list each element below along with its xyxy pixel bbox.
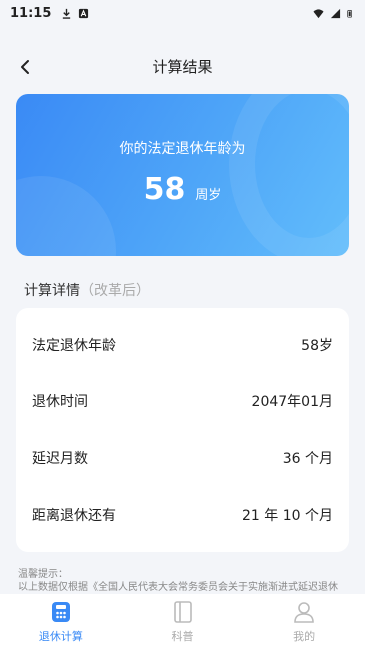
result-card: 你的法定退休年龄为 58 周岁 — [16, 94, 349, 256]
detail-value: 2047年01月 — [251, 394, 333, 410]
detail-row-delay-months: 延迟月数 36 个月 — [16, 429, 349, 487]
tab-science[interactable]: 科普 — [122, 594, 244, 650]
bottom-tab-bar: 退休计算 科普 我的 — [0, 594, 365, 650]
tab-profile[interactable]: 我的 — [243, 594, 365, 650]
detail-label: 退休时间 — [32, 394, 88, 410]
retirement-age-number: 58 — [143, 172, 186, 207]
download-icon — [63, 8, 71, 19]
detail-row-retirement-age: 法定退休年龄 58岁 — [16, 316, 349, 374]
tab-retirement-calc[interactable]: 退休计算 — [0, 594, 122, 650]
detail-value: 21 年 10 个月 — [242, 508, 333, 524]
user-icon — [294, 602, 314, 623]
back-button[interactable] — [12, 54, 38, 80]
page-title: 计算结果 — [152, 57, 213, 76]
details-subtitle: （改革后） — [80, 283, 150, 299]
details-card: 法定退休年龄 58岁 退休时间 2047年01月 延迟月数 36 个月 距离退休… — [16, 308, 349, 552]
detail-label: 法定退休年龄 — [32, 338, 116, 354]
retirement-age-unit: 周岁 — [195, 188, 222, 203]
status-time: 11:15 — [10, 5, 52, 21]
nav-bar: 计算结果 — [0, 44, 365, 88]
tab-label: 退休计算 — [38, 630, 83, 643]
result-value: 58 周岁 — [16, 172, 349, 207]
book-icon — [173, 601, 192, 623]
detail-value: 36 个月 — [282, 451, 333, 467]
notification-a-icon — [79, 8, 89, 18]
detail-row-retirement-date: 退休时间 2047年01月 — [16, 372, 349, 430]
detail-row-time-remaining: 距离退休还有 21 年 10 个月 — [16, 486, 349, 544]
chevron-left-icon — [21, 60, 29, 74]
details-title: 计算详情 — [24, 283, 80, 299]
details-section-title: 计算详情（改革后） — [24, 280, 150, 300]
notice-text: 温馨提示： 以上数据仅根据《全国人民代表大会常务委员会关于实施渐进式延迟退休 — [18, 568, 348, 594]
detail-label: 延迟月数 — [32, 451, 88, 467]
result-caption: 你的法定退休年龄为 — [119, 141, 246, 157]
tab-label: 我的 — [293, 630, 316, 643]
status-bar: 11:15 — [0, 0, 365, 26]
notice-title: 温馨提示： — [18, 569, 68, 580]
tab-label: 科普 — [171, 630, 194, 643]
detail-value: 58岁 — [301, 338, 333, 354]
wifi-icon — [313, 8, 324, 18]
notice-body: 以上数据仅根据《全国人民代表大会常务委员会关于实施渐进式延迟退休 — [18, 582, 338, 593]
battery-icon — [347, 9, 352, 17]
detail-label: 距离退休还有 — [32, 508, 116, 524]
signal-icon — [330, 8, 341, 18]
calculator-icon — [51, 602, 70, 622]
